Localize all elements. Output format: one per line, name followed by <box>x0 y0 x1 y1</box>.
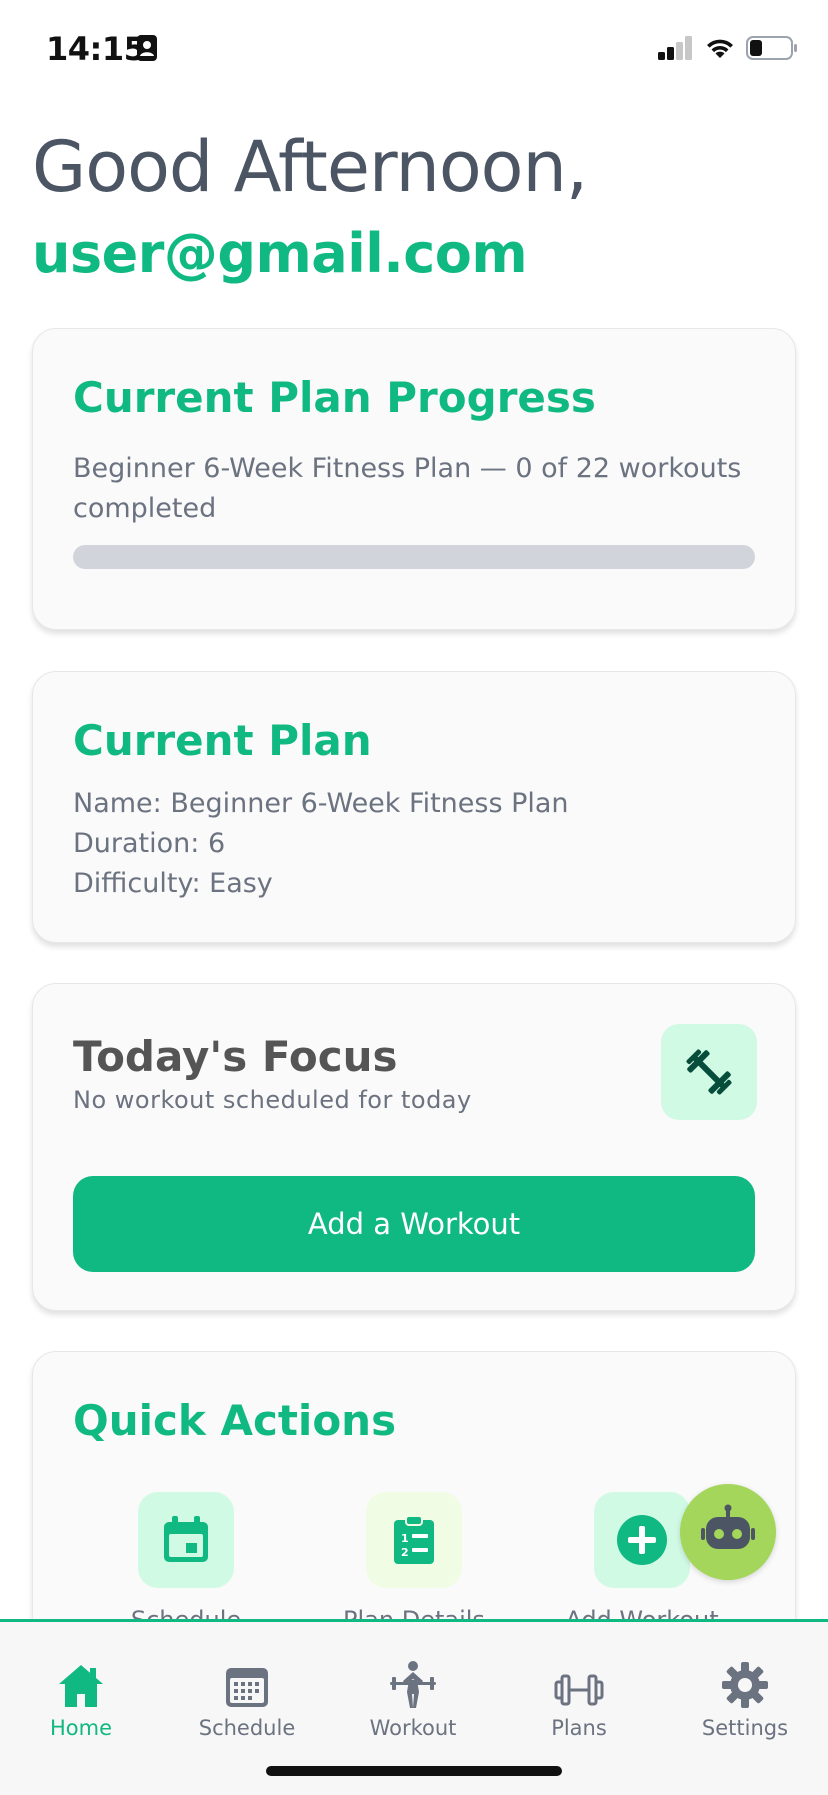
tab-plans[interactable]: Plans <box>509 1658 649 1740</box>
gear-icon <box>675 1658 815 1710</box>
quick-action-plan-details[interactable]: 12 Plan Details <box>314 1492 514 1634</box>
todays-focus-subtitle: No workout scheduled for today <box>73 1086 472 1114</box>
tab-home[interactable]: Home <box>11 1658 151 1740</box>
svg-text:2: 2 <box>401 1546 409 1559</box>
tab-schedule-label: Schedule <box>198 1716 296 1740</box>
wifi-icon <box>704 36 736 65</box>
plan-duration: Duration: 6 <box>73 828 226 859</box>
user-email: user@gmail.com <box>32 222 528 285</box>
status-bar: 14:15 <box>0 0 828 100</box>
robot-icon <box>700 1502 756 1563</box>
clipboard-list-icon: 12 <box>366 1492 462 1588</box>
current-plan-title: Current Plan <box>73 716 372 765</box>
quick-actions-title: Quick Actions <box>73 1396 397 1445</box>
tab-workout-label: Workout <box>369 1716 457 1740</box>
plan-progress-title: Current Plan Progress <box>73 373 596 422</box>
calendar-icon <box>138 1492 234 1588</box>
home-indicator <box>266 1766 562 1776</box>
assistant-button[interactable] <box>680 1484 776 1580</box>
weightlifter-icon <box>343 1658 483 1710</box>
barbell-icon <box>661 1024 757 1120</box>
home-icon <box>11 1658 151 1710</box>
status-indicators <box>658 36 798 65</box>
tab-settings-label: Settings <box>701 1716 789 1740</box>
tab-workout[interactable]: Workout <box>343 1658 483 1740</box>
todays-focus-title: Today's Focus <box>73 1032 398 1081</box>
plan-difficulty: Difficulty: Easy <box>73 868 273 899</box>
tab-settings[interactable]: Settings <box>675 1658 815 1740</box>
quick-action-schedule[interactable]: Schedule <box>86 1492 286 1634</box>
status-time: 14:15 <box>46 30 146 68</box>
plan-name: Name: Beginner 6-Week Fitness Plan <box>73 788 569 819</box>
plan-progress-description: Beginner 6-Week Fitness Plan — 0 of 22 w… <box>73 453 742 524</box>
plan-progress-card: Current Plan Progress Beginner 6-Week Fi… <box>32 328 796 630</box>
signal-icon <box>658 36 694 65</box>
plan-progress-bar <box>73 545 755 569</box>
plus-circle-icon <box>594 1492 690 1588</box>
tab-home-label: Home <box>49 1716 112 1740</box>
battery-icon <box>746 36 798 65</box>
current-plan-card[interactable]: Current Plan Name: Beginner 6-Week Fitne… <box>32 671 796 943</box>
svg-text:1: 1 <box>401 1532 409 1545</box>
contact-card-icon <box>136 34 158 67</box>
calendar-grid-icon <box>177 1658 317 1710</box>
tab-schedule[interactable]: Schedule <box>177 1658 317 1740</box>
greeting-text: Good Afternoon, <box>32 126 588 208</box>
add-workout-button[interactable]: Add a Workout <box>73 1176 755 1272</box>
todays-focus-card: Today's Focus No workout scheduled for t… <box>32 983 796 1311</box>
tab-plans-label: Plans <box>551 1716 607 1740</box>
dumbbell-icon <box>509 1658 649 1710</box>
